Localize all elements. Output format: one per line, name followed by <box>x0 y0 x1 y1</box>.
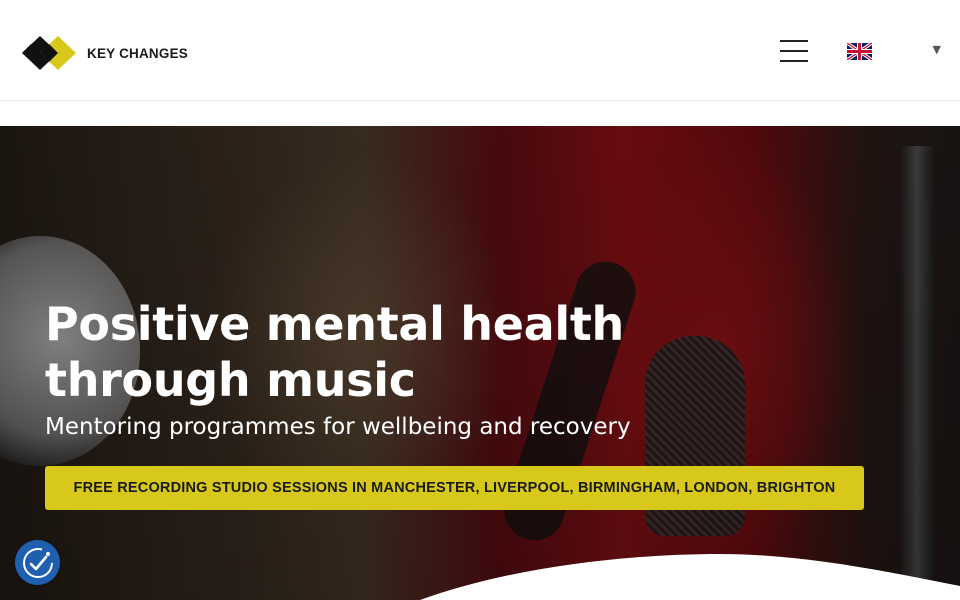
caret-down-icon: ▼ <box>932 43 941 56</box>
uk-flag-icon <box>847 43 872 60</box>
free-sessions-cta-button[interactable]: FREE RECORDING STUDIO SESSIONS IN MANCHE… <box>45 466 864 510</box>
accessibility-glyph-icon <box>22 547 53 578</box>
hero-wave-divider <box>420 554 960 600</box>
logo-text: KEY CHANGES <box>87 45 188 61</box>
site-header: KEY CHANGES ▼ <box>0 0 960 101</box>
logo-link[interactable]: KEY CHANGES <box>18 33 188 73</box>
hero-banner: Positive mental health through music Men… <box>0 126 960 600</box>
accessibility-icon[interactable] <box>15 540 60 585</box>
hero-subtitle: Mentoring programmes for wellbeing and r… <box>45 414 631 440</box>
menu-bar <box>780 50 808 52</box>
hero-title-line-1: Positive mental health <box>45 297 625 351</box>
hero-title: Positive mental health through music <box>45 296 665 408</box>
hamburger-menu-icon[interactable] <box>780 39 808 63</box>
language-selector[interactable]: ▼ <box>847 42 941 62</box>
key-changes-logo-icon <box>22 36 76 70</box>
menu-bar <box>780 40 808 42</box>
hero-title-line-2: through music <box>45 353 416 407</box>
menu-bar <box>780 60 808 62</box>
